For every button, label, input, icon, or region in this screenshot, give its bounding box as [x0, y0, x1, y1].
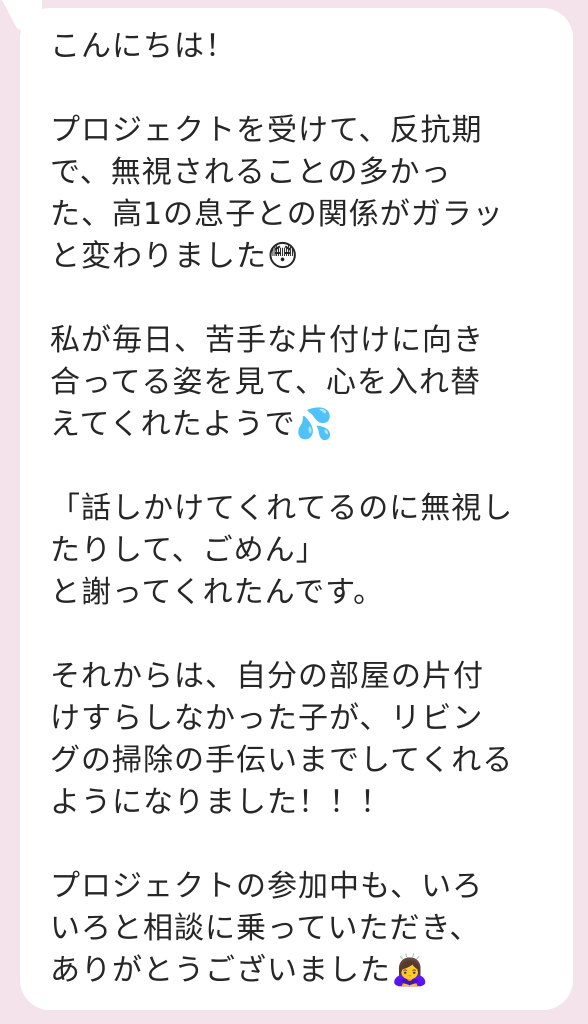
message-line: 私が毎日、苦手な片付けに向き — [50, 323, 484, 358]
message-line: こんにちは！ — [50, 29, 236, 64]
message-line: と謝ってくれたんです。 — [50, 575, 385, 610]
message-line: と変わりました😳 — [50, 239, 300, 274]
message-line: で、無視されることの多かっ — [50, 155, 452, 190]
message-line: た、高1の息子との関係がガラッ — [50, 197, 504, 232]
message-line: 合ってる姿を見て、心を入れ替 — [50, 365, 481, 400]
message-line: えてくれたようで💦 — [50, 407, 334, 442]
message-line: ようになりました！！！ — [50, 785, 391, 820]
message-line: それからは、自分の部屋の片付 — [50, 659, 484, 694]
message-line — [50, 446, 553, 488]
message-line: けすらしなかった子が、リビン — [50, 701, 484, 736]
message-line: いろと相談に乗っていただき、 — [50, 911, 481, 946]
message-line — [50, 68, 553, 110]
message-line: たりして、ごめん」 — [50, 533, 327, 568]
message-line: プロジェクトの参加中も、いろ — [50, 869, 484, 904]
message-line — [50, 278, 553, 320]
message-line: プロジェクトを受けて、反抗期 — [50, 113, 483, 148]
message-line — [50, 614, 553, 656]
message-line: 「話しかけてくれてるのに無視し — [50, 491, 514, 526]
message-bubble[interactable]: こんにちは！ プロジェクトを受けて、反抗期 で、無視されることの多かっ た、高1… — [20, 8, 573, 1010]
message-line: ありがとうございました🙇‍♀️ — [50, 953, 430, 988]
message-line: グの掃除の手伝いまでしてくれる — [50, 743, 514, 778]
message-line — [50, 824, 553, 866]
